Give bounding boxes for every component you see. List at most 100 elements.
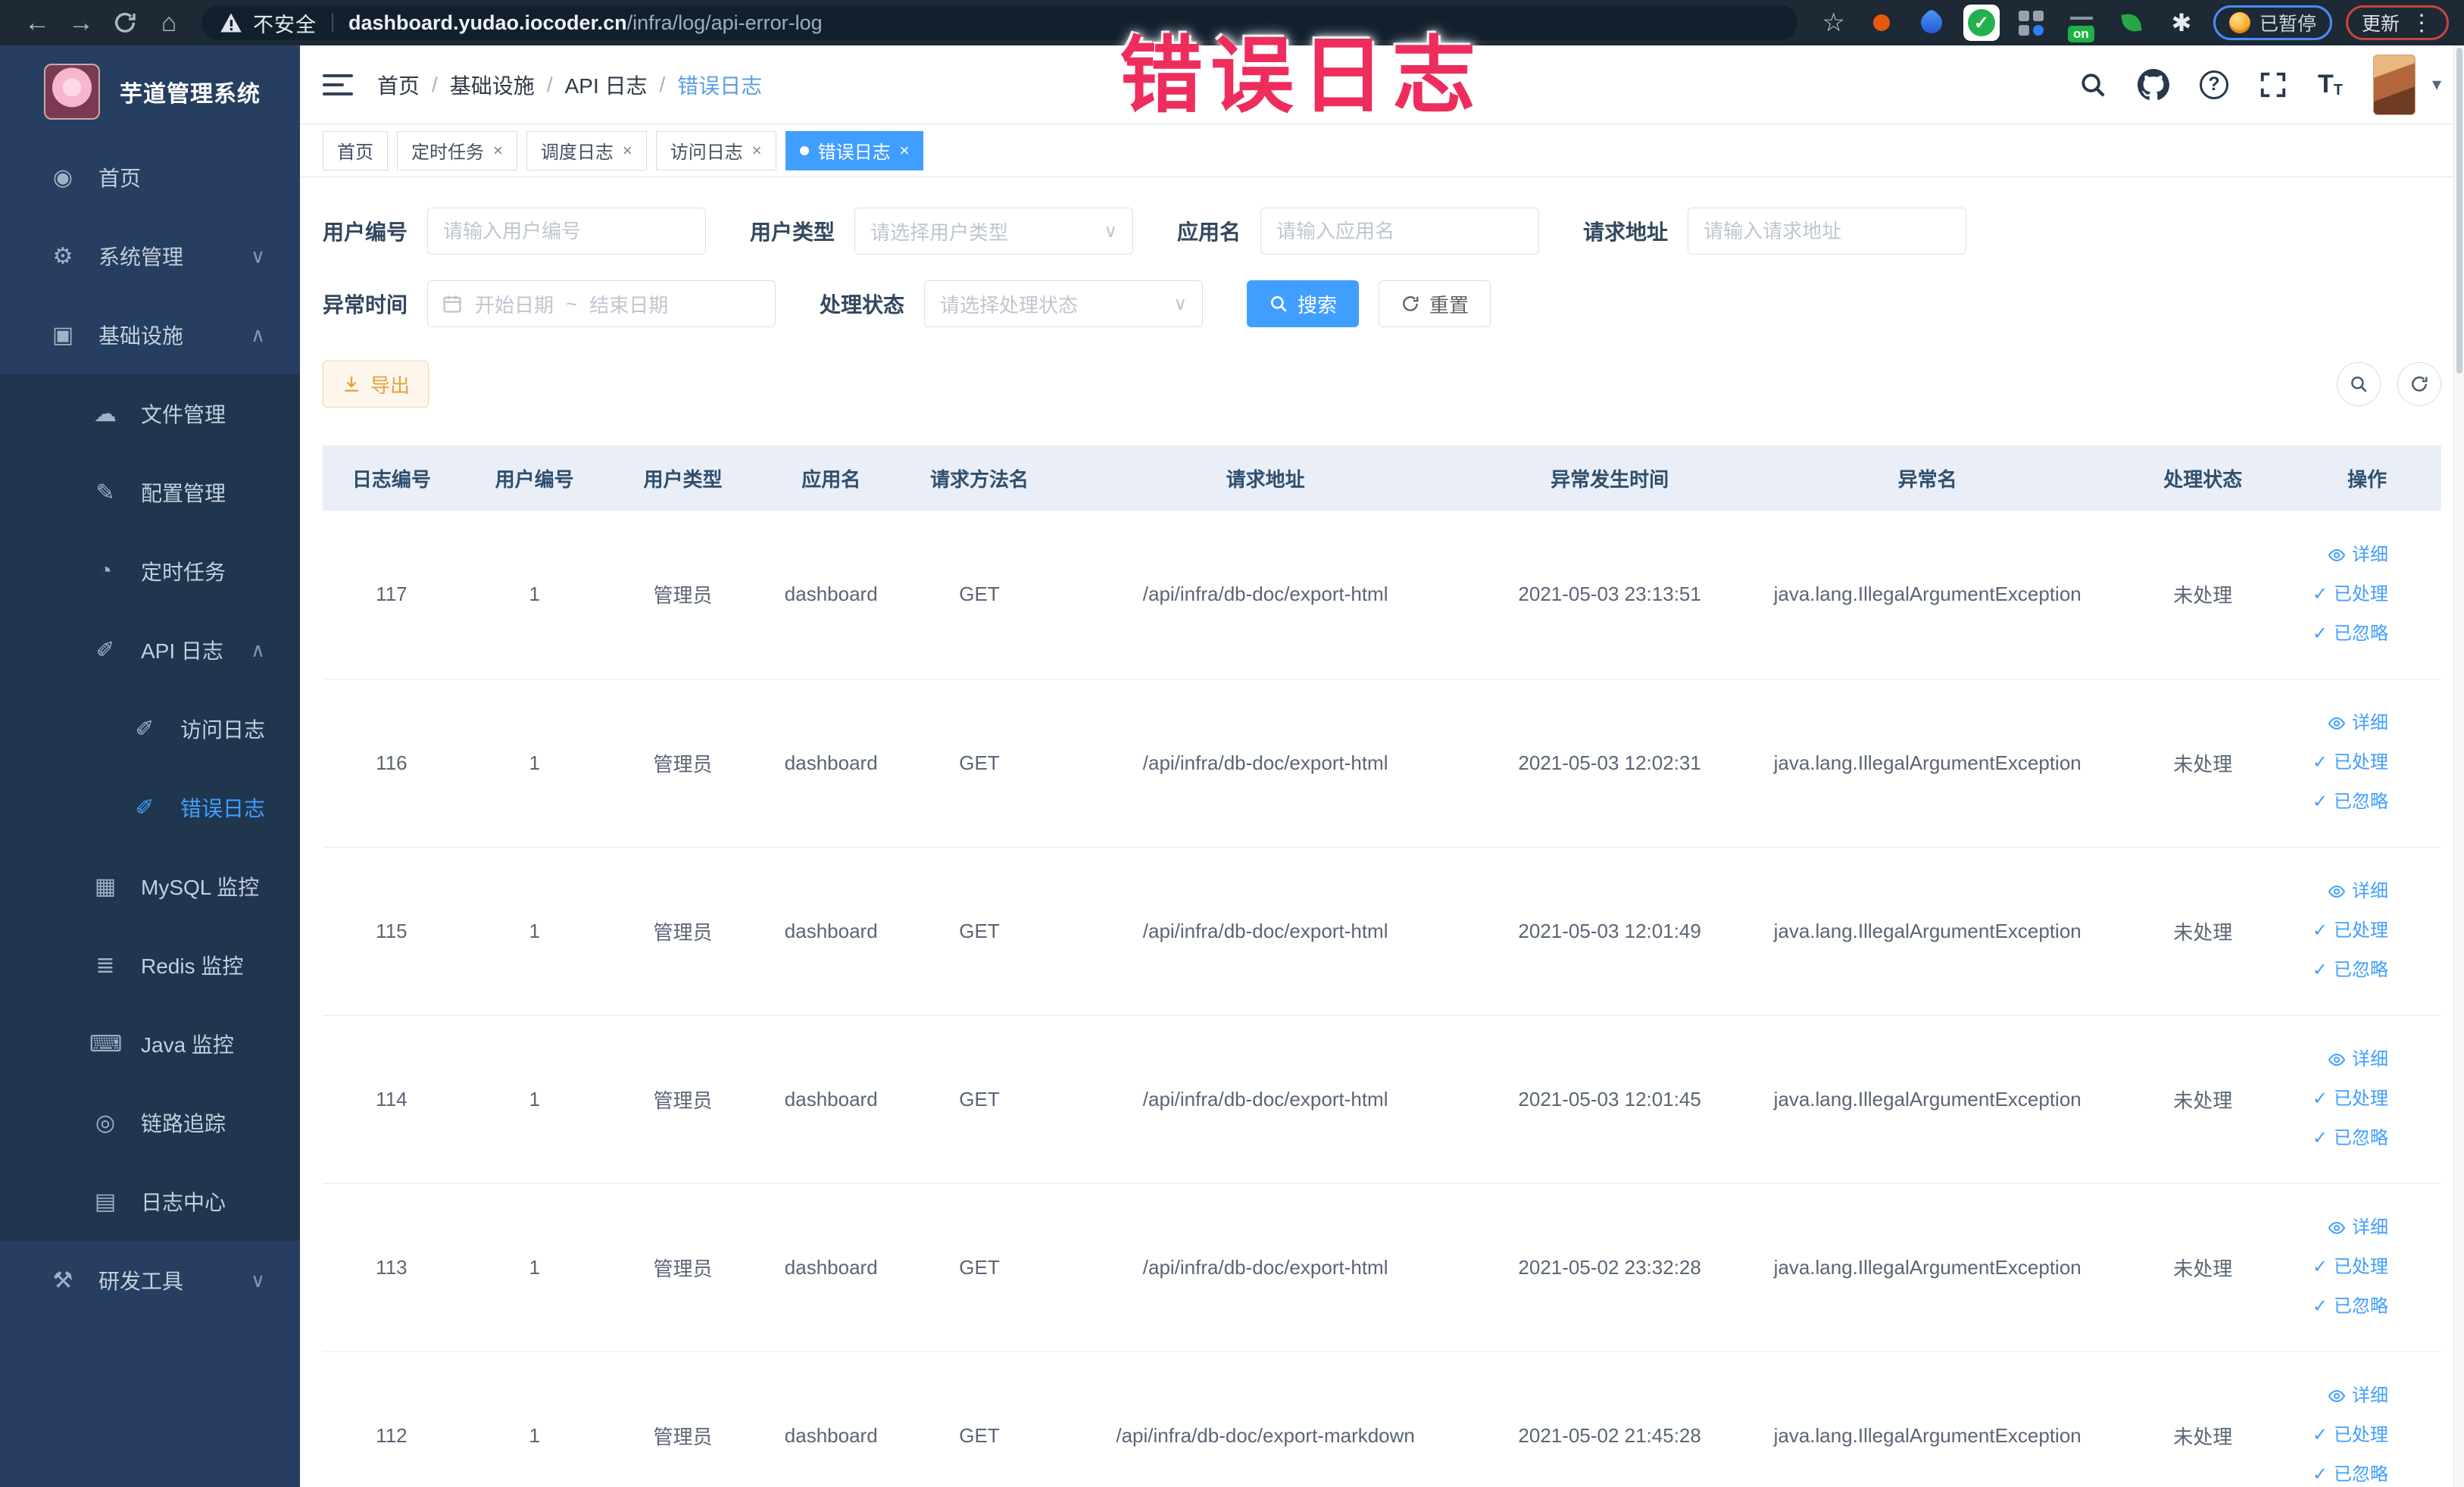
detail-link[interactable]: 详细: [2293, 1208, 2388, 1248]
close-icon[interactable]: ×: [752, 141, 762, 161]
sidebar-item-config-management[interactable]: ✎ 配置管理: [0, 453, 300, 532]
mark-processed-link[interactable]: ✓ 已处理: [2293, 911, 2388, 951]
request-url-input[interactable]: [1688, 208, 1967, 255]
breadcrumb-current: 错误日志: [677, 73, 763, 98]
toggle-search-button[interactable]: [2337, 362, 2381, 406]
breadcrumb-infrastructure[interactable]: 基础设施: [450, 70, 535, 100]
detail-link[interactable]: 详细: [2293, 872, 2388, 911]
bookmark-star-icon[interactable]: ☆: [1817, 8, 1849, 38]
tab-label: 首页: [337, 142, 373, 163]
tab-label: 访问日志: [670, 142, 743, 163]
sidebar-item-infrastructure[interactable]: ▣ 基础设施 ∧: [0, 295, 300, 374]
chrome-update-button[interactable]: 更新 ⋮: [2345, 5, 2449, 40]
tab-error-log[interactable]: 错误日志 ×: [785, 130, 924, 170]
font-size-icon[interactable]: TT: [2318, 70, 2343, 99]
detail-link[interactable]: 详细: [2293, 536, 2388, 575]
sidebar-item-label: MySQL 监控: [141, 876, 260, 899]
refresh-icon: [1403, 296, 1419, 311]
mark-ignored-link[interactable]: ✓ 已忽略: [2293, 1287, 2388, 1326]
sidebar-item-java-monitor[interactable]: ⌨ Java 监控: [0, 1004, 300, 1083]
mark-ignored-link[interactable]: ✓ 已忽略: [2293, 1119, 2388, 1158]
caret-down-icon[interactable]: ▾: [2432, 73, 2441, 95]
scrollbar-thumb[interactable]: [2456, 48, 2462, 373]
forward-icon[interactable]: →: [59, 8, 103, 38]
address-bar[interactable]: 不安全 dashboard.yudao.iocoder.cn/infra/log…: [201, 5, 1798, 40]
sidebar-item-dev-tools[interactable]: ⚒ 研发工具 ∨: [0, 1241, 300, 1320]
tab-access-log[interactable]: 访问日志 ×: [655, 130, 776, 170]
extension-icon-orange[interactable]: [1863, 5, 1900, 41]
stack-icon: ≣: [95, 952, 115, 978]
back-icon[interactable]: ←: [15, 8, 59, 38]
breadcrumb-api-logs[interactable]: API 日志: [565, 70, 648, 100]
fullscreen-icon[interactable]: [2259, 70, 2288, 99]
process-status-select[interactable]: 请选择处理状态 ∨: [924, 280, 1204, 327]
database-icon: ▦: [94, 873, 117, 899]
browser-menu-icon[interactable]: ⋮: [2410, 10, 2433, 36]
sidebar-item-home[interactable]: ◉ 首页: [0, 138, 300, 217]
sidebar-item-mysql-monitor[interactable]: ▦ MySQL 监控: [0, 847, 300, 926]
col-request-url: 请求地址: [1053, 445, 1478, 511]
user-id-label: 用户编号: [323, 220, 408, 244]
app-logo-row[interactable]: 芋道管理系统: [0, 45, 300, 138]
col-user-id: 用户编号: [460, 445, 609, 511]
extension-icon-green-check[interactable]: ✓: [1963, 5, 2000, 41]
reload-icon[interactable]: [103, 10, 147, 36]
sidebar-item-access-log[interactable]: ✐ 访问日志: [0, 689, 300, 768]
search-button[interactable]: 搜索: [1247, 280, 1360, 327]
close-icon[interactable]: ×: [623, 141, 632, 161]
detail-link[interactable]: 详细: [2293, 704, 2388, 743]
app-name-input[interactable]: [1260, 208, 1540, 255]
breadcrumb-home[interactable]: 首页: [377, 70, 420, 100]
scrollbar[interactable]: [2453, 45, 2464, 1487]
profile-paused-chip[interactable]: 已暂停: [2213, 5, 2332, 40]
divider: [332, 13, 333, 33]
mark-processed-link[interactable]: ✓ 已处理: [2293, 1248, 2388, 1287]
mark-ignored-link[interactable]: ✓ 已忽略: [2293, 1455, 2388, 1487]
extension-icon-grid[interactable]: [2013, 5, 2050, 41]
sidebar-item-redis-monitor[interactable]: ≣ Redis 监控: [0, 926, 300, 1004]
mark-ignored-link[interactable]: ✓ 已忽略: [2293, 783, 2388, 822]
tab-schedule-log[interactable]: 调度日志 ×: [526, 130, 647, 170]
user-type-select[interactable]: 请选择用户类型 ∨: [854, 208, 1134, 255]
sidebar-item-system-management[interactable]: ⚙ 系统管理 ∨: [0, 217, 300, 295]
user-id-input[interactable]: [427, 208, 707, 255]
mark-processed-link[interactable]: ✓ 已处理: [2293, 1079, 2388, 1119]
sidebar-item-api-logs[interactable]: ✐ API 日志 ∧: [0, 611, 300, 689]
sidebar-item-log-center[interactable]: ▤ 日志中心: [0, 1162, 300, 1241]
mark-processed-link[interactable]: ✓ 已处理: [2293, 1416, 2388, 1455]
eye-icon: [2328, 1053, 2346, 1067]
mark-ignored-link[interactable]: ✓ 已忽略: [2293, 951, 2388, 990]
avatar[interactable]: [2372, 54, 2416, 115]
browser-actions: ☆ ✓ on ✱ 已暂停 更新 ⋮: [1817, 5, 2449, 42]
github-icon[interactable]: [2137, 68, 2169, 101]
eye-icon: [2328, 1221, 2346, 1235]
tab-label: 定时任务: [411, 142, 484, 163]
mark-ignored-link[interactable]: ✓ 已忽略: [2293, 614, 2388, 654]
close-icon[interactable]: ×: [900, 141, 910, 161]
sidebar-item-trace[interactable]: ◎ 链路追踪: [0, 1083, 300, 1162]
extensions-puzzle-icon[interactable]: ✱: [2163, 5, 2200, 41]
mark-processed-link[interactable]: ✓ 已处理: [2293, 575, 2388, 614]
update-label: 更新: [2361, 14, 2400, 35]
refresh-table-button[interactable]: [2397, 362, 2441, 406]
extension-icon-switch[interactable]: on: [2063, 5, 2100, 42]
sidebar-item-file-management[interactable]: ☁ 文件管理: [0, 374, 300, 453]
sidebar-toggle-icon[interactable]: [323, 73, 353, 95]
date-range-picker[interactable]: 开始日期 ~ 结束日期: [427, 280, 776, 327]
home-icon[interactable]: ⌂: [147, 8, 191, 38]
help-icon[interactable]: ?: [2199, 70, 2228, 99]
tab-scheduled-tasks[interactable]: 定时任务 ×: [397, 130, 517, 170]
search-icon[interactable]: [2078, 70, 2107, 99]
detail-link[interactable]: 详细: [2293, 1376, 2388, 1416]
export-button[interactable]: 导出: [323, 361, 429, 408]
close-icon[interactable]: ×: [493, 141, 503, 161]
check-icon: ✓: [2312, 1425, 2328, 1445]
mark-processed-link[interactable]: ✓ 已处理: [2293, 743, 2388, 783]
sidebar-item-scheduled-tasks[interactable]: ◔ 定时任务: [0, 532, 300, 611]
extension-icon-blue-pin[interactable]: [1913, 5, 1950, 41]
sidebar-item-error-log[interactable]: ✐ 错误日志: [0, 768, 300, 847]
tab-home[interactable]: 首页: [323, 130, 388, 170]
extension-icon-leaf[interactable]: [2113, 5, 2150, 41]
detail-link[interactable]: 详细: [2293, 1040, 2388, 1079]
reset-button[interactable]: 重置: [1379, 280, 1491, 327]
